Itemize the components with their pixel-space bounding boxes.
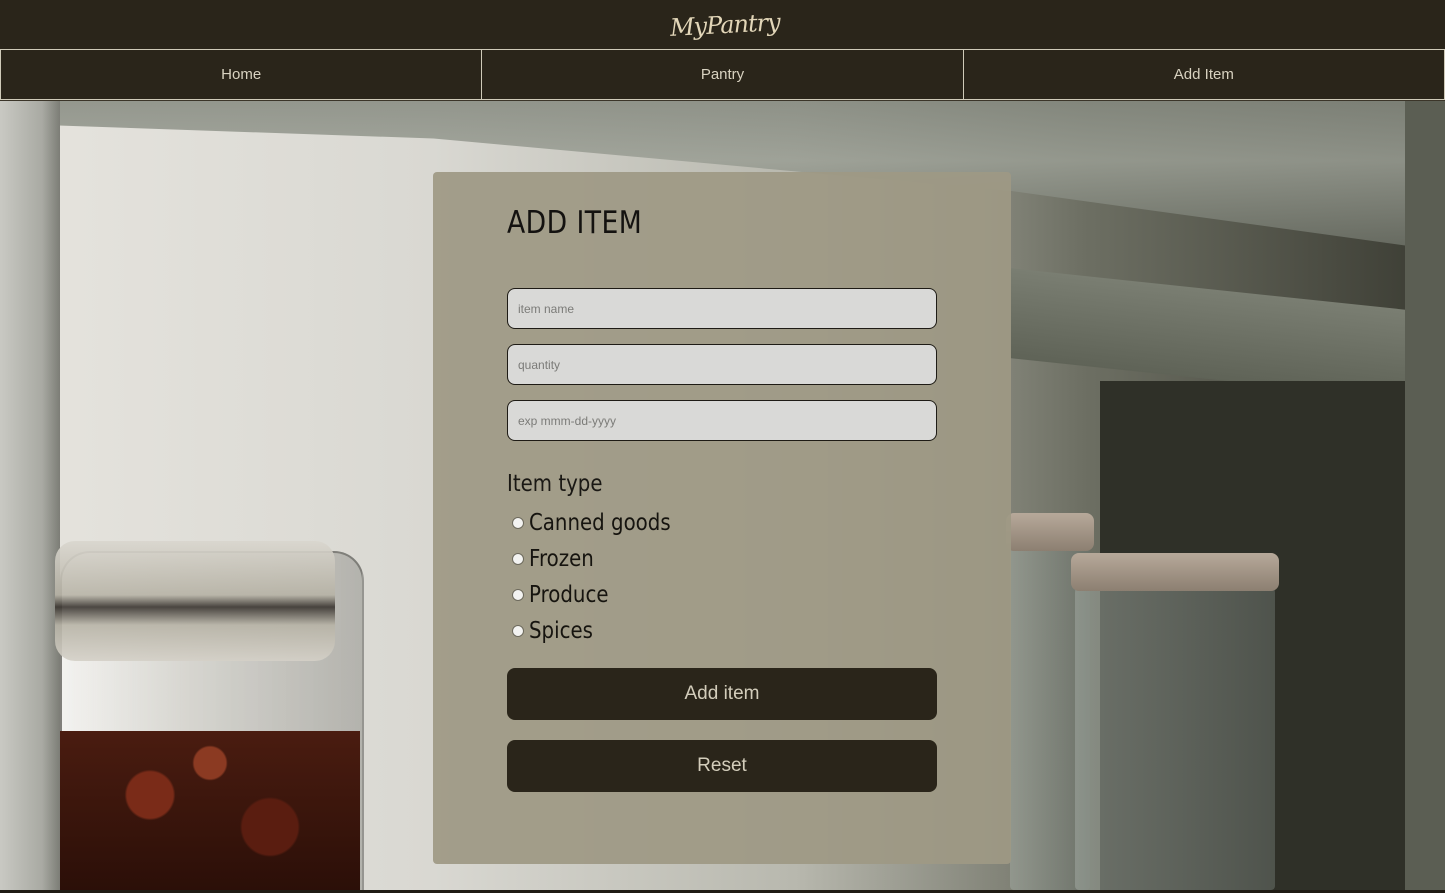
- page-title: ADD ITEM: [507, 205, 643, 241]
- add-item-button[interactable]: Add item: [507, 668, 937, 720]
- radio-button[interactable]: [512, 589, 524, 601]
- radio-button[interactable]: [512, 625, 524, 637]
- shelf-frame: [1405, 101, 1445, 890]
- jar-lid: [55, 541, 335, 661]
- radio-option-frozen[interactable]: Frozen: [512, 544, 604, 574]
- radio-label[interactable]: Canned goods: [529, 510, 671, 536]
- quantity-input[interactable]: [507, 344, 937, 385]
- radio-label[interactable]: Produce: [529, 582, 609, 608]
- nav-item-home[interactable]: Home: [0, 50, 483, 100]
- radio-option-canned-goods[interactable]: Canned goods: [512, 508, 694, 538]
- nav-item-add-item[interactable]: Add Item: [963, 50, 1445, 100]
- main-nav: Home Pantry Add Item: [0, 50, 1445, 101]
- shelf-post: [0, 101, 60, 890]
- radio-button[interactable]: [512, 553, 524, 565]
- expiration-date-input[interactable]: [507, 400, 937, 441]
- radio-button[interactable]: [512, 517, 524, 529]
- item-type-label: Item type: [507, 471, 603, 497]
- radio-option-spices[interactable]: Spices: [512, 616, 603, 646]
- radio-label[interactable]: Spices: [529, 618, 593, 644]
- item-name-input[interactable]: [507, 288, 937, 329]
- mypantry-logo[interactable]: MyPantry: [669, 8, 780, 42]
- background-jar: [1071, 553, 1279, 890]
- radio-option-produce[interactable]: Produce: [512, 580, 621, 610]
- add-item-card: ADD ITEM Item type Canned goods Frozen P…: [433, 172, 1011, 864]
- reset-button[interactable]: Reset: [507, 740, 937, 792]
- nav-item-pantry[interactable]: Pantry: [482, 50, 964, 100]
- radio-label[interactable]: Frozen: [529, 546, 594, 572]
- jar-contents: [60, 731, 360, 890]
- site-header: MyPantry: [0, 0, 1445, 50]
